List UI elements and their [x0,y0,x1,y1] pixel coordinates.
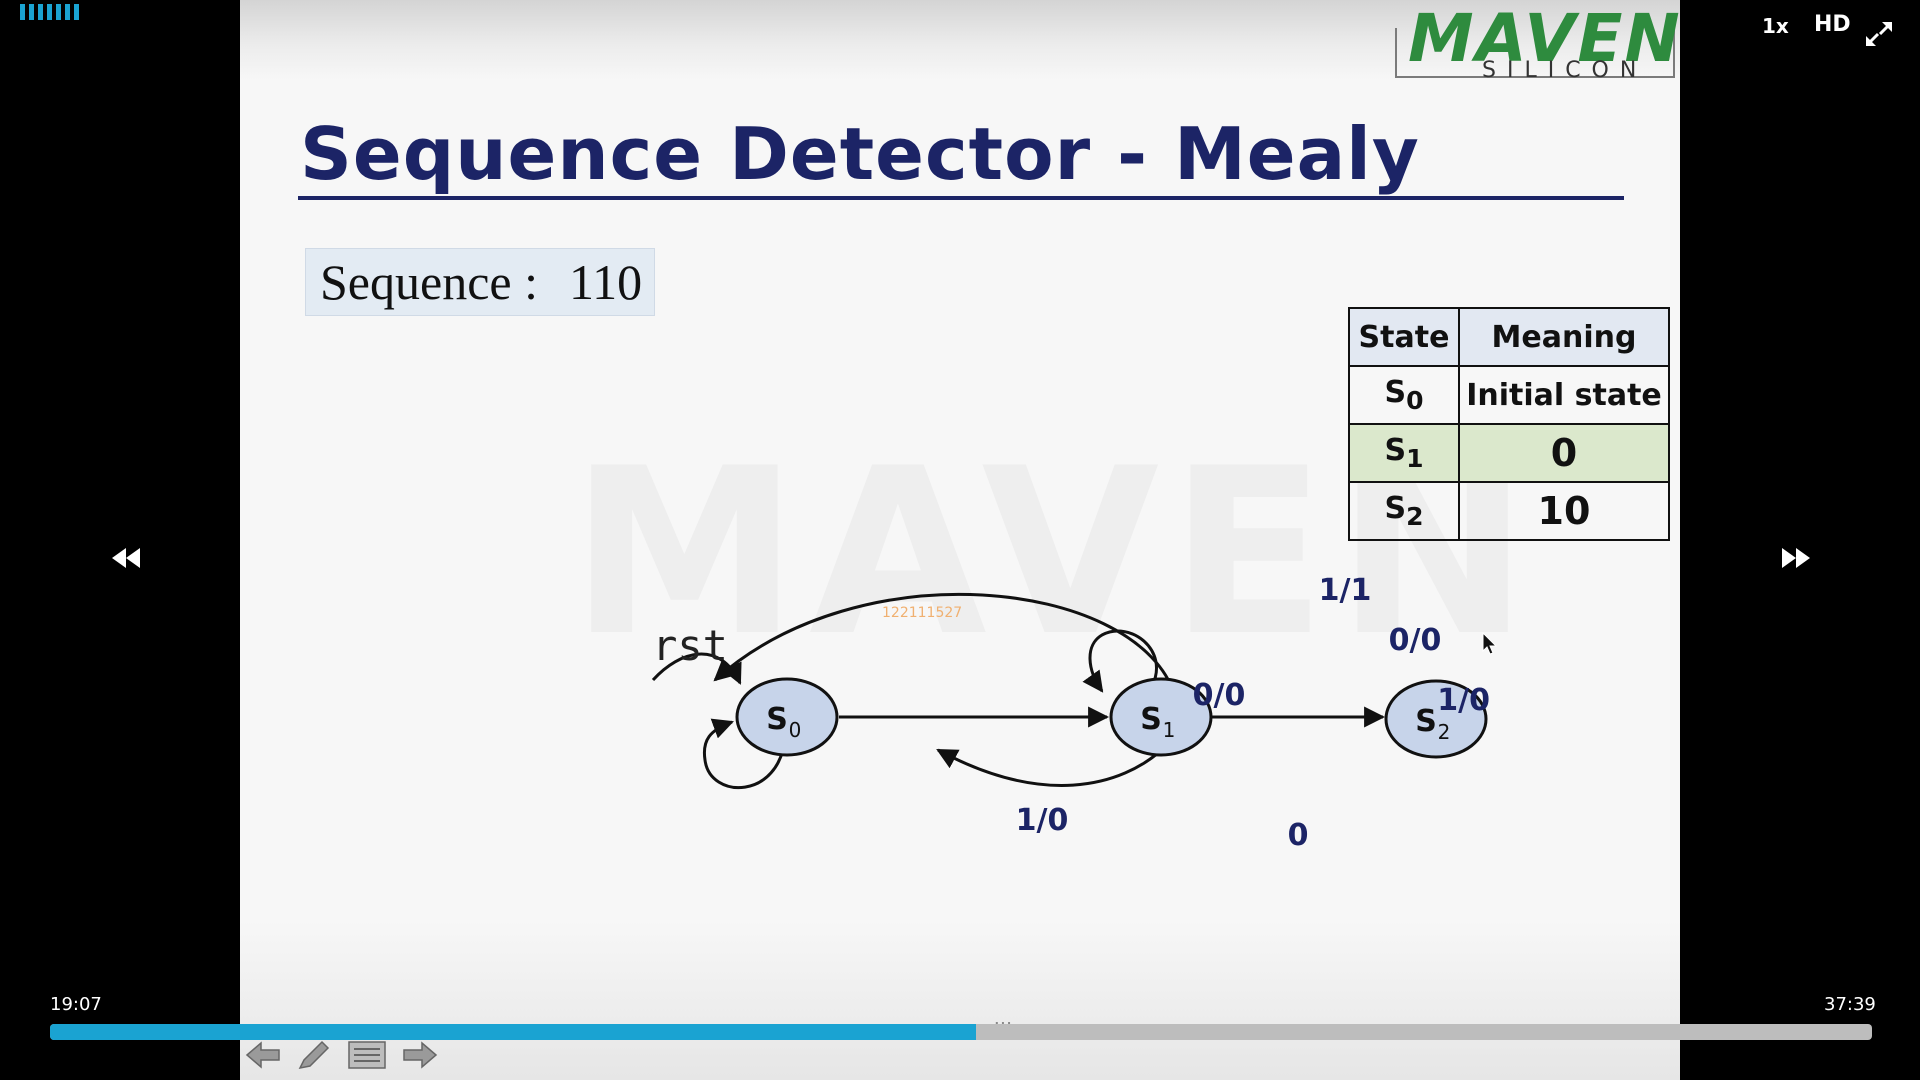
table-row: S2 10 [1348,481,1670,541]
slide: MAVEN MAVEN SILICON Sequence Detector - … [240,0,1680,1080]
label-s0-s1: 0/0 [1193,678,1246,713]
sequence-label: Sequence : [320,254,538,310]
state-table: State Meaning S0 Initial state S1 0 S2 1… [1348,307,1670,541]
watermark-id: 122111527 [882,605,963,621]
state-letter: S [1384,375,1407,410]
quality-button[interactable]: HD [1814,12,1851,37]
state-letter: S [1384,433,1407,468]
current-time: 19:07 [50,994,102,1015]
playback-speed-button[interactable]: 1x [1762,14,1789,38]
header-state: State [1348,307,1460,367]
slide-toolbar [245,1040,448,1070]
label-s2-s0: 1/1 [1319,573,1372,608]
arrow-right-icon[interactable] [402,1040,438,1070]
list-icon[interactable] [347,1040,387,1070]
svg-text:S: S [1415,704,1437,739]
rewind-icon[interactable] [110,546,142,570]
sequence-box: Sequence : 110 [305,248,655,316]
meaning-cell: 10 [1458,481,1670,541]
state-subscript: 2 [1406,502,1424,531]
progress-fill [50,1024,976,1040]
svg-text:0: 0 [789,718,802,742]
fast-forward-icon[interactable] [1780,546,1812,570]
table-header-row: State Meaning [1348,307,1670,367]
meaning-cell: 0 [1458,423,1670,483]
table-row: S0 Initial state [1348,365,1670,425]
total-time: 37:39 [1824,994,1876,1015]
state-subscript: 0 [1406,386,1424,415]
svg-text:1: 1 [1163,718,1176,742]
title-underline [298,196,1624,200]
label-s0-self: 1/0 [1016,803,1069,838]
label-s1-s2: 1/0 [1437,683,1490,718]
state-s0: S 0 [735,677,839,757]
slide-title: Sequence Detector - Mealy [300,112,1420,196]
reset-label: rst [652,621,728,670]
sequence-value: 110 [569,254,643,310]
svg-text:2: 2 [1438,720,1451,744]
state-cell: S1 [1348,423,1460,483]
label-s2-s1: 0 [1288,818,1309,853]
svg-text:S: S [766,702,788,737]
state-diagram: S 0 S 1 S 2 rst 1/0 0/0 0/0 1/0 1/1 0 [651,573,1490,853]
meaning-cell: Initial state [1458,365,1670,425]
state-subscript: 1 [1406,444,1424,473]
arrow-left-icon[interactable] [245,1040,281,1070]
header-meaning: Meaning [1458,307,1670,367]
mouse-cursor-icon [1482,632,1498,655]
state-letter: S [1384,491,1407,526]
pen-icon[interactable] [296,1040,332,1070]
state-cell: S2 [1348,481,1460,541]
state-cell: S0 [1348,365,1460,425]
fullscreen-icon[interactable] [1864,20,1894,48]
logo-silicon: SILICON [1482,58,1648,83]
label-s1-self: 0/0 [1389,623,1442,658]
transition-s2-s1-arc [936,744,1168,787]
progress-bar[interactable] [50,1024,1872,1040]
svg-text:S: S [1140,702,1162,737]
table-row: S1 0 [1348,423,1670,483]
signal-icon [20,4,79,20]
